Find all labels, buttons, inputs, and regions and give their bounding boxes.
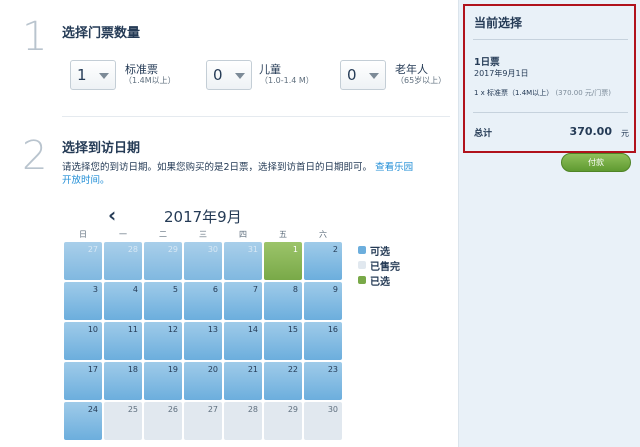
- weekday-label: 四: [239, 230, 247, 239]
- weekday-label: 一: [119, 230, 127, 239]
- calendar-day: 28: [224, 402, 262, 440]
- weekday-label: 三: [199, 230, 207, 239]
- calendar-day: 30: [184, 242, 222, 280]
- chevron-down-icon: [369, 73, 379, 79]
- calendar-day[interactable]: 8: [264, 282, 302, 320]
- calendar-day[interactable]: 3: [64, 282, 102, 320]
- adult-quantity-select[interactable]: 1: [70, 60, 116, 90]
- calendar-day[interactable]: 2: [304, 242, 342, 280]
- section-divider: [62, 116, 450, 117]
- chevron-down-icon: [99, 73, 109, 79]
- total-currency: 元: [621, 129, 629, 138]
- calendar-legend: 可选 已售完 已选: [358, 243, 400, 288]
- calendar-day: 28: [104, 242, 142, 280]
- calendar-day[interactable]: 23: [304, 362, 342, 400]
- legend-item-available: 可选: [358, 243, 400, 258]
- calendar-day[interactable]: 17: [64, 362, 102, 400]
- weekday-label: 日: [79, 230, 87, 239]
- legend-label: 可选: [370, 247, 390, 258]
- calendar-month-title: 2017年9月: [164, 208, 242, 226]
- calendar-day: 30: [304, 402, 342, 440]
- calendar-day[interactable]: 18: [104, 362, 142, 400]
- legend-swatch: [358, 261, 366, 269]
- calendar-day[interactable]: 21: [224, 362, 262, 400]
- calendar-day[interactable]: 19: [144, 362, 182, 400]
- calendar-day: 29: [144, 242, 182, 280]
- calendar-day[interactable]: 7: [224, 282, 262, 320]
- legend-label: 已选: [370, 277, 390, 288]
- senior-ticket-sublabel: （65岁以上）: [396, 76, 447, 85]
- calendar-day[interactable]: 1: [264, 242, 302, 280]
- summary-divider: [473, 112, 628, 113]
- calendar-day[interactable]: 14: [224, 322, 262, 360]
- calendar-day[interactable]: 20: [184, 362, 222, 400]
- calendar-day[interactable]: 4: [104, 282, 142, 320]
- step-2-title: 选择到访日期: [62, 141, 141, 156]
- total-value: 370.00: [569, 125, 612, 138]
- ticket-selection-panel: 1 选择门票数量 1 标准票 （1.4M以上） 0 儿童 （1.0-1.4 M）…: [0, 0, 458, 447]
- chevron-left-icon[interactable]: ‹: [108, 205, 116, 225]
- step-1-title: 选择门票数量: [62, 26, 141, 41]
- calendar-day: 27: [184, 402, 222, 440]
- calendar-day: 27: [64, 242, 102, 280]
- pay-button[interactable]: 付款: [561, 153, 631, 172]
- legend-swatch: [358, 246, 366, 254]
- summary-divider: [473, 39, 628, 40]
- senior-quantity-select[interactable]: 0: [340, 60, 386, 90]
- calendar-day[interactable]: 11: [104, 322, 142, 360]
- calendar-day: 26: [144, 402, 182, 440]
- legend-item-sold-out: 已售完: [358, 258, 400, 273]
- calendar-day[interactable]: 10: [64, 322, 102, 360]
- unit-price: (370.00 元/门票): [555, 89, 611, 97]
- weekday-label: 六: [319, 230, 327, 239]
- weekday-label: 五: [279, 230, 287, 239]
- summary-title: 当前选择: [474, 16, 523, 30]
- date-instructions: 请选择您的到访日期。如果您购买的是2日票，选择到访首日的日期即可。: [62, 162, 373, 173]
- summary-line-item: 1 x 标准票（1.4M以上） (370.00 元/门票): [474, 88, 611, 98]
- calendar-day[interactable]: 13: [184, 322, 222, 360]
- calendar-day[interactable]: 24: [64, 402, 102, 440]
- senior-quantity-value: 0: [347, 66, 357, 84]
- calendar-day[interactable]: 16: [304, 322, 342, 360]
- step-2-description: 请选择您的到访日期。如果您购买的是2日票，选择到访首日的日期即可。 查看乐园开放…: [62, 161, 418, 187]
- calendar-day: 25: [104, 402, 142, 440]
- adult-ticket-sublabel: （1.4M以上）: [124, 76, 176, 85]
- calendar-weekdays: 日 一 二 三 四 五 六: [64, 229, 342, 241]
- child-ticket-sublabel: （1.0-1.4 M）: [260, 76, 314, 85]
- weekday-label: 二: [159, 230, 167, 239]
- calendar-day[interactable]: 15: [264, 322, 302, 360]
- child-quantity-select[interactable]: 0: [206, 60, 252, 90]
- calendar-day[interactable]: 12: [144, 322, 182, 360]
- calendar-day[interactable]: 9: [304, 282, 342, 320]
- legend-swatch: [358, 276, 366, 284]
- summary-ticket-name: 1日票: [474, 57, 500, 68]
- legend-item-selected: 已选: [358, 273, 400, 288]
- calendar-header: ‹ 2017年9月: [64, 205, 342, 227]
- step-number-1: 1: [22, 14, 48, 60]
- calendar-day: 29: [264, 402, 302, 440]
- adult-quantity-value: 1: [77, 66, 87, 84]
- child-quantity-value: 0: [213, 66, 223, 84]
- current-selection-panel: 当前选择 1日票 2017年9月1日 1 x 标准票（1.4M以上） (370.…: [463, 4, 636, 153]
- calendar-day[interactable]: 22: [264, 362, 302, 400]
- calendar-day: 31: [224, 242, 262, 280]
- chevron-down-icon: [235, 73, 245, 79]
- total-label: 总计: [474, 129, 493, 139]
- calendar-day[interactable]: 6: [184, 282, 222, 320]
- calendar-day[interactable]: 5: [144, 282, 182, 320]
- line-item-text: 1 x 标准票（1.4M以上）: [474, 89, 554, 97]
- legend-label: 已售完: [370, 262, 400, 273]
- summary-visit-date: 2017年9月1日: [474, 69, 529, 78]
- step-number-2: 2: [22, 133, 48, 179]
